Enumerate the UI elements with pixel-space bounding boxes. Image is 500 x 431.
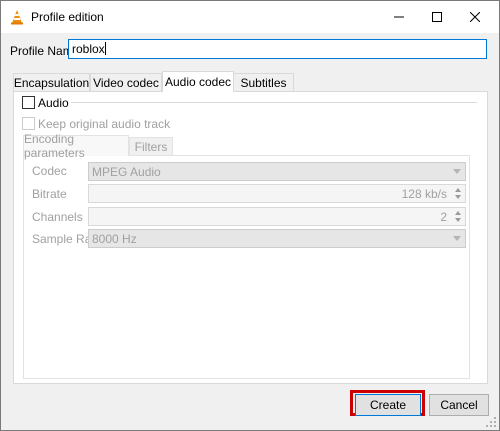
spin-up-icon [455,211,461,215]
cancel-button[interactable]: Cancel [429,394,489,416]
audio-group-separator [71,102,477,103]
window-title: Profile edition [31,10,104,24]
profile-name-input[interactable]: roblox [68,39,487,59]
minimize-button[interactable] [381,1,417,33]
tab-encoding-parameters[interactable]: Encoding parameters [23,132,129,160]
sample-rate-value: 8000 Hz [92,232,137,246]
codec-label: Codec [32,164,67,178]
codec-select[interactable]: MPEG Audio [88,162,466,181]
resize-grip-icon[interactable] [486,417,496,427]
subtab-label: Filters [134,139,168,154]
create-button-label: Create [369,398,407,412]
bitrate-spin-buttons[interactable] [452,185,465,202]
profile-edition-window: Profile edition Profile Name roblox Enca… [0,0,500,431]
keep-original-audio-label: Keep original audio track [38,117,171,131]
tab-subtitles[interactable]: Subtitles [233,73,294,91]
chevron-down-icon [453,236,461,241]
channels-spinbox[interactable]: 2 [88,207,466,226]
create-button[interactable]: Create [355,394,421,416]
tab-label: Subtitles [240,75,287,90]
bitrate-spinbox[interactable]: 128 kb/s [88,184,466,203]
tab-encapsulation[interactable]: Encapsulation [13,73,90,91]
maximize-icon [432,12,442,22]
spin-down-icon [455,195,461,199]
channels-value: 2 [440,210,447,224]
spin-up-icon [455,188,461,192]
keep-original-audio-checkbox[interactable] [22,117,35,130]
bitrate-label: Bitrate [32,187,67,201]
sample-rate-select[interactable]: 8000 Hz [88,229,466,248]
tab-label: Audio codec [164,75,232,89]
tab-filters[interactable]: Filters [129,137,173,155]
codec-value: MPEG Audio [92,165,161,179]
audio-checkbox-label: Audio [38,96,69,110]
bitrate-value: 128 kb/s [401,187,447,201]
tab-audio-codec[interactable]: Audio codec [162,71,234,92]
chevron-down-icon [453,169,461,174]
subtab-label: Encoding parameters [24,132,85,160]
text-caret [104,42,106,55]
tab-video-codec[interactable]: Video codec [90,73,162,91]
audio-checkbox[interactable] [22,96,35,109]
vlc-cone-icon [11,10,23,25]
maximize-button[interactable] [419,1,455,33]
tab-label: Encapsulation [13,75,90,90]
title-bar[interactable]: Profile edition [1,1,499,33]
cancel-button-label: Cancel [440,398,478,412]
channels-label: Channels [32,210,83,224]
close-button[interactable] [457,1,493,33]
spin-down-icon [455,218,461,222]
minimize-icon [394,16,404,18]
close-icon [470,12,480,22]
tab-label: Video codec [93,75,159,90]
channels-spin-buttons[interactable] [452,208,465,225]
profile-name-value: roblox [72,42,105,56]
